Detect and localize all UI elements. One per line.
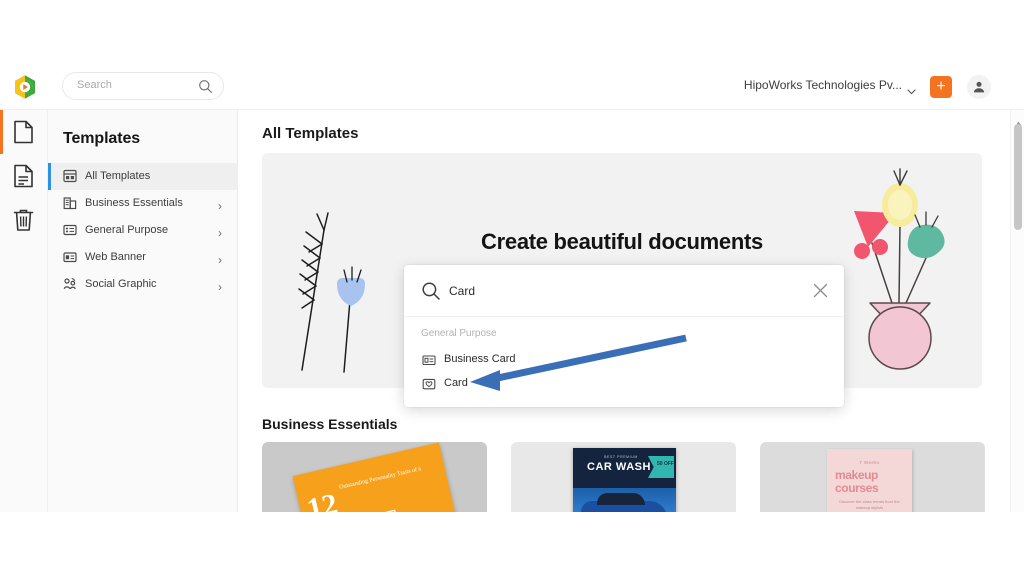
sidebar-item-label: Social Graphic (85, 278, 157, 290)
grid-template-icon (63, 169, 77, 188)
templates-sidebar: Templates All Templates (48, 110, 238, 512)
chevron-right-icon[interactable]: › (218, 253, 222, 267)
close-icon[interactable] (813, 283, 828, 303)
search-result-label: Business Card (444, 353, 516, 365)
card-heart-icon (422, 377, 436, 396)
document-icon (13, 120, 34, 144)
chevron-right-icon[interactable]: › (218, 199, 222, 213)
sidebar-item-web-banner[interactable]: Web Banner › (48, 244, 238, 271)
car-roof (597, 493, 645, 505)
search-icon (421, 281, 441, 306)
template-card[interactable]: 12 Outstanding Personality Traits of a G… (262, 442, 487, 512)
avatar[interactable] (967, 75, 991, 99)
car-illustration (573, 488, 676, 512)
sidebar-item-general-purpose[interactable]: General Purpose › (48, 217, 238, 244)
sidebar-item-label: Business Essentials (85, 197, 183, 209)
flyer-title-line2: courses (835, 482, 904, 495)
search-result-group-label: General Purpose (421, 328, 497, 339)
sidebar-item-business-essentials[interactable]: Business Essentials › (48, 190, 238, 217)
banner-icon (63, 250, 77, 269)
search-input[interactable]: Search (62, 72, 224, 100)
document-lines-icon (13, 164, 34, 188)
search-overlay-query: Card (449, 284, 475, 298)
search-overlay-input-row[interactable]: Card (404, 265, 844, 317)
sidebar-item-all-templates[interactable]: All Templates (48, 163, 238, 190)
flyer-subtitle: Discover the class trends from the makeu… (835, 499, 904, 511)
chevron-down-icon[interactable] (907, 82, 916, 100)
chevron-right-icon[interactable]: › (218, 226, 222, 240)
template-card[interactable]: BEST PREMIUM CAR WASH 50 OFF (511, 442, 736, 512)
people-icon (63, 277, 77, 296)
zoho-writer-logo[interactable] (12, 74, 38, 100)
app-window: Search HipoWorks Technologies Pv... + (0, 62, 1024, 512)
chevron-right-icon[interactable]: › (218, 280, 222, 294)
page-title: All Templates (262, 125, 358, 142)
sidebar-title: Templates (63, 130, 140, 148)
org-name[interactable]: HipoWorks Technologies Pv... (744, 78, 902, 92)
icon-rail (0, 110, 48, 512)
great-boss-book-art: 12 Outstanding Personality Traits of a G… (293, 442, 462, 512)
rail-item-documents[interactable] (0, 110, 48, 154)
scrollbar-thumb[interactable] (1014, 124, 1022, 230)
search-result-label: Card (444, 377, 468, 389)
id-card-icon (422, 353, 436, 372)
flyer-pretitle: 7 Weeks (835, 460, 904, 465)
search-overlay: Card General Purpose Business Card (404, 265, 844, 407)
top-bar: Search HipoWorks Technologies Pv... + (0, 62, 1024, 110)
ribbon-label: 50 OFF (657, 461, 674, 467)
sidebar-item-label: All Templates (85, 170, 150, 182)
hero-heading: Create beautiful documents (262, 229, 982, 255)
template-card[interactable]: 7 Weeks makeup courses Discover the clas… (760, 442, 985, 512)
trash-icon (13, 208, 34, 232)
search-icon (198, 79, 213, 99)
sidebar-item-label: Web Banner (85, 251, 146, 263)
car-wash-flyer-art: BEST PREMIUM CAR WASH 50 OFF (573, 448, 676, 512)
book-number: 12 (304, 487, 341, 512)
search-placeholder: Search (77, 79, 112, 91)
flower-bouquet-illustration (834, 163, 964, 378)
rail-item-trash[interactable] (0, 198, 48, 242)
flyer-pretitle: BEST PREMIUM (591, 455, 651, 459)
list-card-icon (63, 223, 77, 242)
makeup-courses-flyer-art: 7 Weeks makeup courses Discover the clas… (827, 449, 912, 512)
vertical-scrollbar[interactable] (1010, 110, 1024, 512)
flyer-title: CAR WASH (583, 461, 655, 473)
book-subtitle: Outstanding Personality Traits of a (339, 463, 433, 492)
sidebar-item-social-graphic[interactable]: Social Graphic › (48, 271, 238, 298)
new-document-button[interactable]: + (930, 76, 952, 98)
section-title: Business Essentials (262, 416, 397, 432)
sidebar-item-label: General Purpose (85, 224, 168, 236)
building-icon (63, 196, 77, 215)
search-result-card[interactable]: Card (404, 373, 844, 396)
sidebar-nav: All Templates Business Essentials › (48, 163, 238, 298)
search-result-business-card[interactable]: Business Card (404, 349, 844, 372)
rail-item-drafts[interactable] (0, 154, 48, 198)
